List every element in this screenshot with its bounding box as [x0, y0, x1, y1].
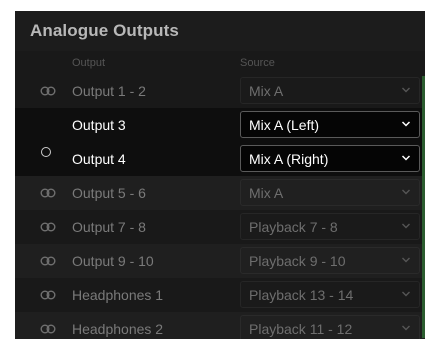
stereo-link-icon[interactable] [40, 324, 56, 334]
output-row-1-2[interactable]: Output 1 - 2 Mix A [15, 74, 425, 108]
source-dropdown[interactable]: Mix A [240, 77, 420, 104]
output-label: Output 4 [72, 151, 126, 167]
output-row-headphones-1[interactable]: Headphones 1 Playback 13 - 14 [15, 278, 425, 312]
stereo-link-icon[interactable] [40, 256, 56, 266]
output-label: Headphones 1 [72, 287, 164, 303]
chevron-down-icon [401, 222, 411, 230]
source-dropdown[interactable]: Playback 7 - 8 [240, 213, 420, 240]
chevron-down-icon [401, 188, 411, 196]
chevron-down-icon [401, 86, 411, 94]
source-value: Playback 9 - 10 [249, 253, 346, 269]
source-value: Mix A [249, 185, 284, 201]
output-row-3[interactable]: Output 3 Mix A (Left) [15, 108, 425, 142]
source-value: Playback 11 - 12 [249, 321, 353, 337]
source-value: Mix A [249, 83, 284, 99]
chevron-down-icon [401, 120, 411, 128]
source-value: Mix A (Right) [249, 151, 329, 167]
output-row-headphones-2[interactable]: Headphones 2 Playback 11 - 12 [15, 312, 425, 339]
source-dropdown[interactable]: Playback 13 - 14 [240, 281, 420, 308]
stereo-link-icon[interactable] [40, 86, 56, 96]
output-label: Headphones 2 [72, 321, 164, 337]
outputs-table: Output Source Output 1 - 2 Mix A Output … [15, 51, 425, 339]
source-dropdown[interactable]: Mix A (Left) [240, 111, 420, 138]
analogue-outputs-panel: Analogue Outputs Output Source Output 1 … [15, 11, 425, 339]
output-label: Output 1 - 2 [72, 83, 146, 99]
chevron-down-icon [401, 324, 411, 332]
panel-title: Analogue Outputs [30, 21, 179, 40]
output-label: Output 7 - 8 [72, 219, 146, 235]
source-value: Mix A (Left) [249, 117, 320, 133]
output-label: Output 9 - 10 [72, 253, 154, 269]
source-value: Playback 13 - 14 [249, 287, 354, 303]
chevron-down-icon [401, 256, 411, 264]
stereo-link-icon[interactable] [40, 290, 56, 300]
output-row-7-8[interactable]: Output 7 - 8 Playback 7 - 8 [15, 210, 425, 244]
output-label: Output 5 - 6 [72, 185, 146, 201]
source-value: Playback 7 - 8 [249, 219, 338, 235]
source-dropdown[interactable]: Playback 9 - 10 [240, 247, 420, 274]
stereo-link-icon[interactable] [40, 188, 56, 198]
source-dropdown[interactable]: Mix A (Right) [240, 145, 420, 172]
source-dropdown[interactable]: Mix A [240, 179, 420, 206]
output-row-9-10[interactable]: Output 9 - 10 Playback 9 - 10 [15, 244, 425, 278]
source-dropdown[interactable]: Playback 11 - 12 [240, 315, 420, 339]
column-header-output: Output [72, 57, 106, 69]
output-row-5-6[interactable]: Output 5 - 6 Mix A [15, 176, 425, 210]
chevron-down-icon [401, 154, 411, 162]
stereo-link-icon[interactable] [40, 222, 56, 232]
output-label: Output 3 [72, 117, 126, 133]
chevron-down-icon [401, 290, 411, 298]
output-row-4[interactable]: Output 4 Mix A (Right) [15, 142, 425, 176]
column-header-source: Source [240, 57, 275, 69]
